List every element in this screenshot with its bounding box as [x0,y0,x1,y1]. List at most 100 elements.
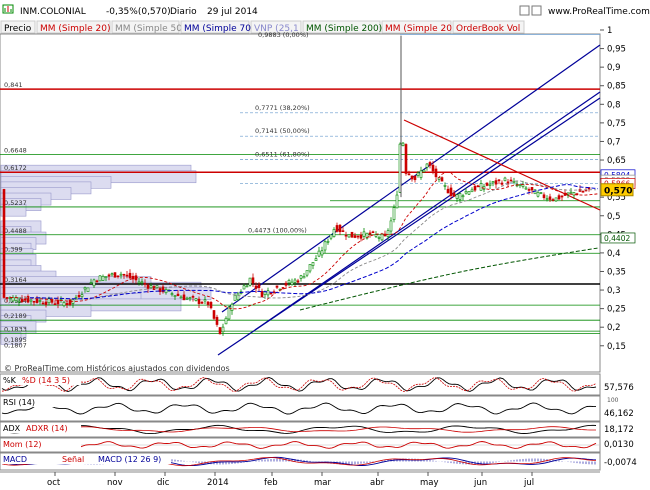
candle-body [362,231,366,237]
month-label: mar [314,478,331,488]
candle-body [80,294,84,297]
candle-body [413,175,417,181]
candle-body [224,317,228,325]
indicator-pane-3[interactable]: Mom (12) 0,0130 [0,437,649,453]
indicator-pane-2[interactable]: ADX ADXR (14) 18,172 [0,421,649,438]
candle-body [89,282,93,284]
candle-body [464,191,468,194]
month-label: jun [473,478,487,488]
chart-period: Diario [170,7,197,17]
candle-body [233,295,237,301]
tab-1[interactable]: MM (Simple 20) [36,20,111,34]
candle-body [503,177,507,182]
candle-body [317,250,321,257]
tab-0[interactable]: Precio [0,20,36,34]
candle-body [227,306,231,320]
tab-7[interactable]: OrderBook Vol [452,20,525,34]
level-label: 0,6172 [4,164,27,172]
indicator-value: 0,0130 [604,440,634,450]
indicator-value: 18,172 [604,425,634,435]
candle-body [248,277,252,286]
candle-body [245,285,249,288]
candle-body [353,235,357,238]
price-tick-label: 0,4 [607,249,621,259]
candle-body [350,231,354,238]
candle-body [344,234,348,237]
candle-body [269,292,273,295]
candle-body [287,280,291,284]
indicator-frame [0,395,601,422]
candle-body [374,234,378,237]
candle-body [236,293,240,301]
indicator-name: %K [3,376,17,385]
fib-top-label: 0,9883 (0,00%) [258,31,309,39]
candle-body [359,234,363,239]
indicator-pane-1[interactable]: RSI (14) 100 46,162 [0,395,649,422]
price-tick-label: 0,35 [607,267,626,277]
candle-body [32,300,36,303]
candle-body [251,277,255,284]
price-marker-label: 0,4402 [604,234,630,243]
fib-label: 0,6511 (61,80%) [255,151,310,159]
chart-window: INM.COLONIAL -0,35%(0,570) Diario 29 jul… [0,0,650,490]
watermark: © ProRealTime.com Históricos ajustados c… [4,363,230,373]
price-tick-label: 0,9 [607,63,621,73]
chart-date: 29 jul 2014 [207,7,258,17]
tab-2[interactable]: MM (Simple 50) [111,20,185,34]
candle-body [77,294,81,298]
candle-body [194,298,198,301]
candle-body [95,280,99,283]
price-tick-label: 0,65 [607,156,626,166]
candle-body [428,162,432,166]
candle-body [419,170,423,178]
candle-body [128,272,132,279]
indicator-value: 57,576 [604,383,634,393]
month-label: may [420,478,439,488]
candle-body [185,297,189,300]
candle-body [230,303,234,311]
candle-body [212,310,216,319]
candle-body [62,302,66,306]
candle-body [5,297,9,299]
candle-body [296,280,300,283]
tab-6[interactable]: MM (Simple 20) [381,20,455,34]
candle-body [302,276,306,279]
month-label: 2014 [207,478,229,488]
candle-body [380,233,384,241]
candle-body [338,224,342,233]
indicator-pane-0[interactable]: %K %D (14 3 5) 57,576 [0,373,649,396]
candle-body [524,187,528,190]
candle-body [431,164,435,172]
candle-body [449,187,453,197]
candle-body [206,301,210,305]
month-label: feb [264,478,278,488]
candle-body [410,175,414,180]
indicator-frame [0,373,601,396]
candle-body [155,285,159,288]
candle-body [299,275,303,279]
level-label: 0,1833 [4,325,27,333]
candle-body [254,285,258,289]
level-label: 0,1807 [4,342,27,350]
candle-body [491,181,495,184]
candle-body [341,230,345,232]
indicator-pane-4[interactable]: MACD Señal MACD (12 26 9) -0,0074 [0,452,649,471]
candle-body [29,299,33,302]
tab-3[interactable]: MM (Simple 70) [180,20,254,34]
indicator-label2: %D (14 3 5) [22,376,70,385]
candle-body [494,180,498,185]
candle-body [20,299,24,303]
candle-body [434,168,438,178]
candle-body [347,234,351,238]
month-label: jul [523,478,534,488]
tab-5[interactable]: MM (Simple 200) [302,20,382,34]
price-pane[interactable]: 10,950,90,850,80,750,70,650,60,550,50,45… [0,26,636,373]
candle-body [311,262,315,266]
candle-body [416,172,420,176]
month-label: oct [47,478,61,488]
candle-body [389,220,393,232]
chart-canvas[interactable]: INM.COLONIAL -0,35%(0,570) Diario 29 jul… [0,0,650,490]
month-label: abr [370,478,385,488]
candle-body [551,199,555,201]
candle-body [536,192,540,197]
